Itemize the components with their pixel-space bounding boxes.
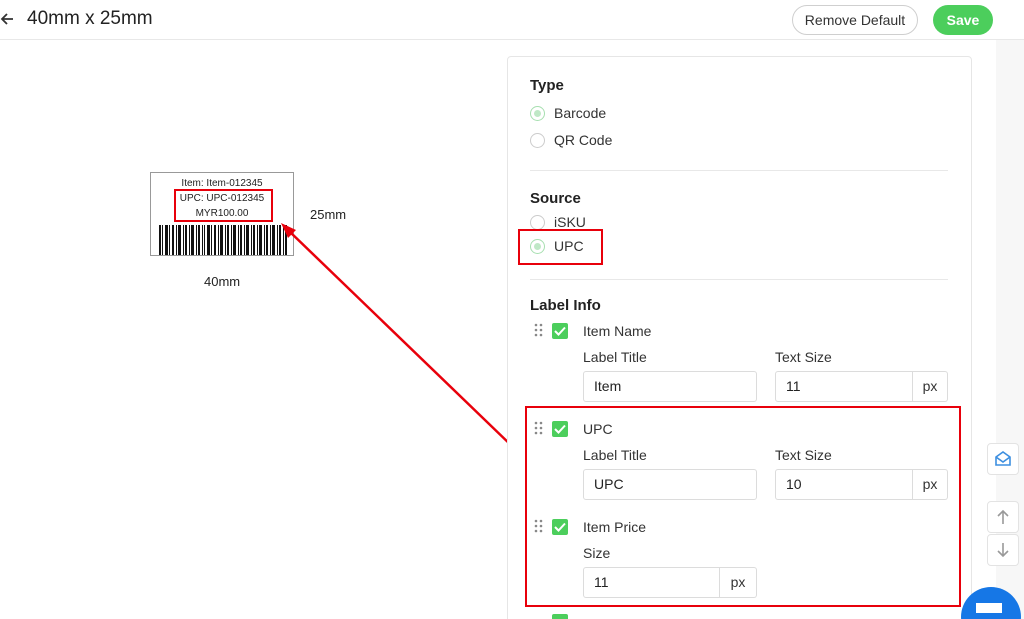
unit-addon: px — [913, 371, 948, 402]
scroll-up-button[interactable] — [987, 501, 1019, 533]
text-size-caption: Text Size — [775, 349, 832, 365]
item-name-text-size-input[interactable]: 11 — [775, 371, 913, 402]
checkbox-checked-icon[interactable] — [552, 614, 568, 619]
mail-button[interactable] — [987, 443, 1019, 475]
item-name-label-title-input[interactable]: Item — [583, 371, 757, 402]
radio-unselected-icon[interactable] — [530, 214, 545, 230]
source-section-title: Source — [530, 190, 581, 207]
label-info-title: Label Info — [530, 297, 601, 314]
section-divider — [530, 170, 948, 171]
type-option-label: QR Code — [554, 132, 613, 148]
type-option-label: Barcode — [554, 105, 607, 121]
radio-unselected-icon[interactable] — [530, 132, 545, 148]
type-option-barcode[interactable]: Barcode — [530, 104, 606, 122]
section-divider — [530, 279, 948, 280]
mail-icon — [995, 451, 1011, 466]
source-option-label: iSKU — [554, 214, 586, 230]
chat-icon — [976, 603, 1002, 613]
chat-button[interactable] — [961, 587, 1021, 619]
drag-handle-icon[interactable] — [534, 323, 544, 337]
type-section-title: Type — [530, 77, 564, 94]
checkbox-checked-icon[interactable] — [552, 323, 568, 339]
item-name-title: Item Name — [583, 323, 652, 339]
radio-selected-icon[interactable] — [530, 105, 545, 121]
arrow-down-icon — [997, 543, 1009, 558]
upc-source-highlight — [518, 229, 603, 265]
arrow-up-icon — [997, 509, 1009, 524]
scroll-down-button[interactable] — [987, 534, 1019, 566]
label-info-highlight — [525, 406, 961, 607]
type-option-qr-code[interactable]: QR Code — [530, 131, 612, 149]
label-title-caption: Label Title — [583, 349, 647, 365]
